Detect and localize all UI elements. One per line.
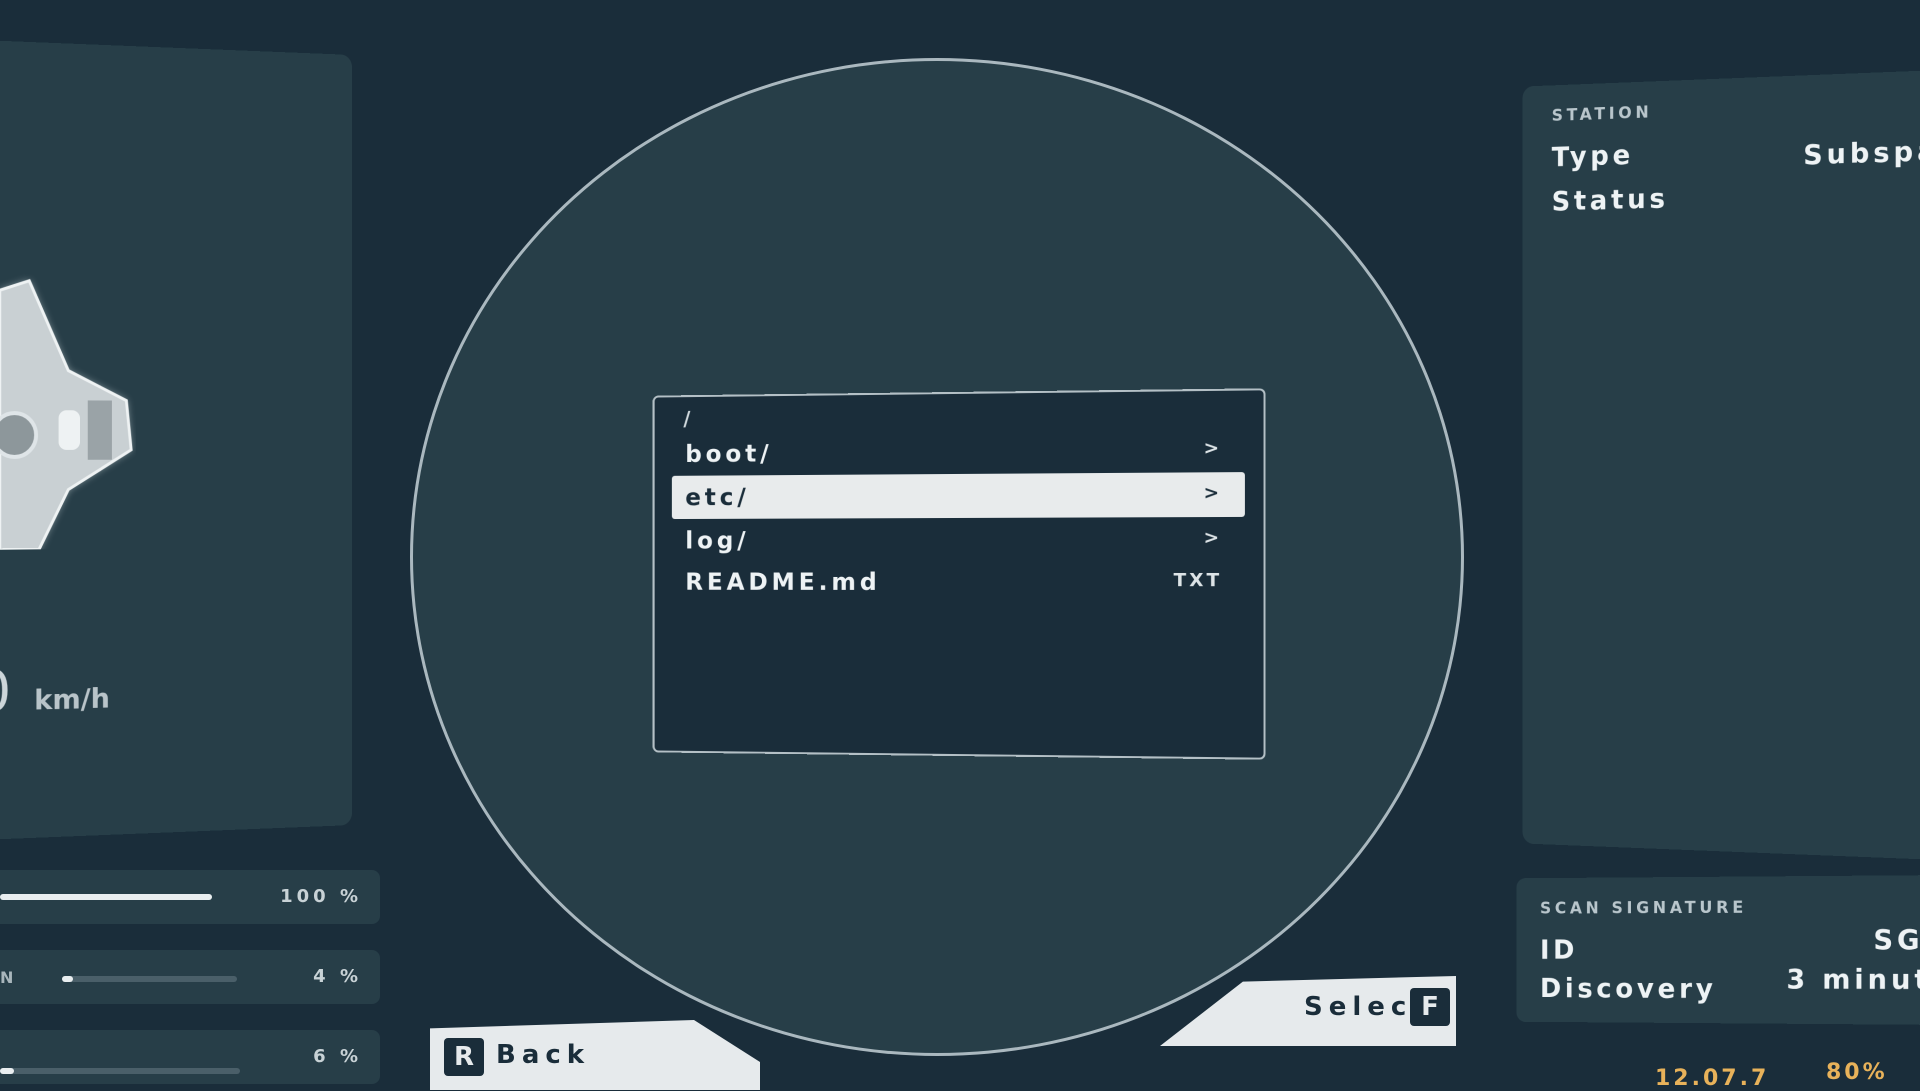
discovery-label: Discovery <box>1539 972 1717 1005</box>
bar-row-3: 6 % <box>0 1030 380 1084</box>
discovery-value: 3 minut <box>1786 962 1920 996</box>
entry-name: etc/ <box>685 483 750 512</box>
file-type-badge: TXT <box>1173 569 1223 592</box>
entry-name: log/ <box>685 526 750 555</box>
ship-panel: 0 km/h <box>0 40 352 840</box>
scan-footer-left: 12.07.7 <box>1655 1066 1770 1091</box>
id-label: ID <box>1539 933 1579 966</box>
entry-name: boot/ <box>685 439 773 468</box>
current-path: / <box>683 406 691 431</box>
station-panel: STATION Type Subspa Status <box>1522 70 1920 860</box>
bar-row-1: 100 % <box>0 870 380 924</box>
bar-value: 4 % <box>313 966 362 987</box>
speed-value: 0 <box>0 659 12 726</box>
type-value: Subspa <box>1803 134 1920 172</box>
bar-track <box>0 894 212 900</box>
bar-fill <box>0 1068 15 1074</box>
bar-label: N <box>0 968 17 987</box>
key-f-icon: F <box>1410 988 1450 1026</box>
file-entry-readme[interactable]: README.md TXT <box>672 560 1245 605</box>
bar-value: 6 % <box>313 1046 362 1067</box>
station-title: STATION <box>1551 102 1653 126</box>
chevron-right-icon: > <box>1203 527 1223 549</box>
ship-icon <box>0 250 136 550</box>
key-r-icon: R <box>444 1038 484 1076</box>
back-label: Back <box>496 1040 591 1070</box>
file-browser[interactable]: / boot/ > etc/ > log/ > README.md TXT <box>652 388 1266 760</box>
bar-value: 100 % <box>280 886 362 907</box>
chevron-right-icon: > <box>1203 437 1223 460</box>
file-entry-log[interactable]: log/ > <box>672 517 1245 562</box>
scan-title: SCAN SIGNATURE <box>1539 898 1748 919</box>
speed-unit: km/h <box>34 681 110 717</box>
bar-fill <box>0 894 212 900</box>
entry-name: README.md <box>685 568 881 596</box>
bar-row-2: N 4 % <box>0 950 380 1004</box>
bar-track <box>0 1068 240 1074</box>
chevron-right-icon: > <box>1203 482 1223 504</box>
scan-signature-panel: SCAN SIGNATURE ID SGN Discovery 3 minut <box>1516 875 1920 1025</box>
file-entry-boot[interactable]: boot/ > <box>672 427 1245 476</box>
scan-footer-right: 80% <box>1826 1060 1888 1085</box>
bar-fill <box>62 976 73 982</box>
status-label: Status <box>1551 181 1669 218</box>
type-label: Type <box>1551 138 1634 173</box>
file-entry-etc[interactable]: etc/ > <box>671 472 1245 520</box>
bar-track <box>62 976 237 982</box>
id-value: SGN <box>1873 923 1920 956</box>
